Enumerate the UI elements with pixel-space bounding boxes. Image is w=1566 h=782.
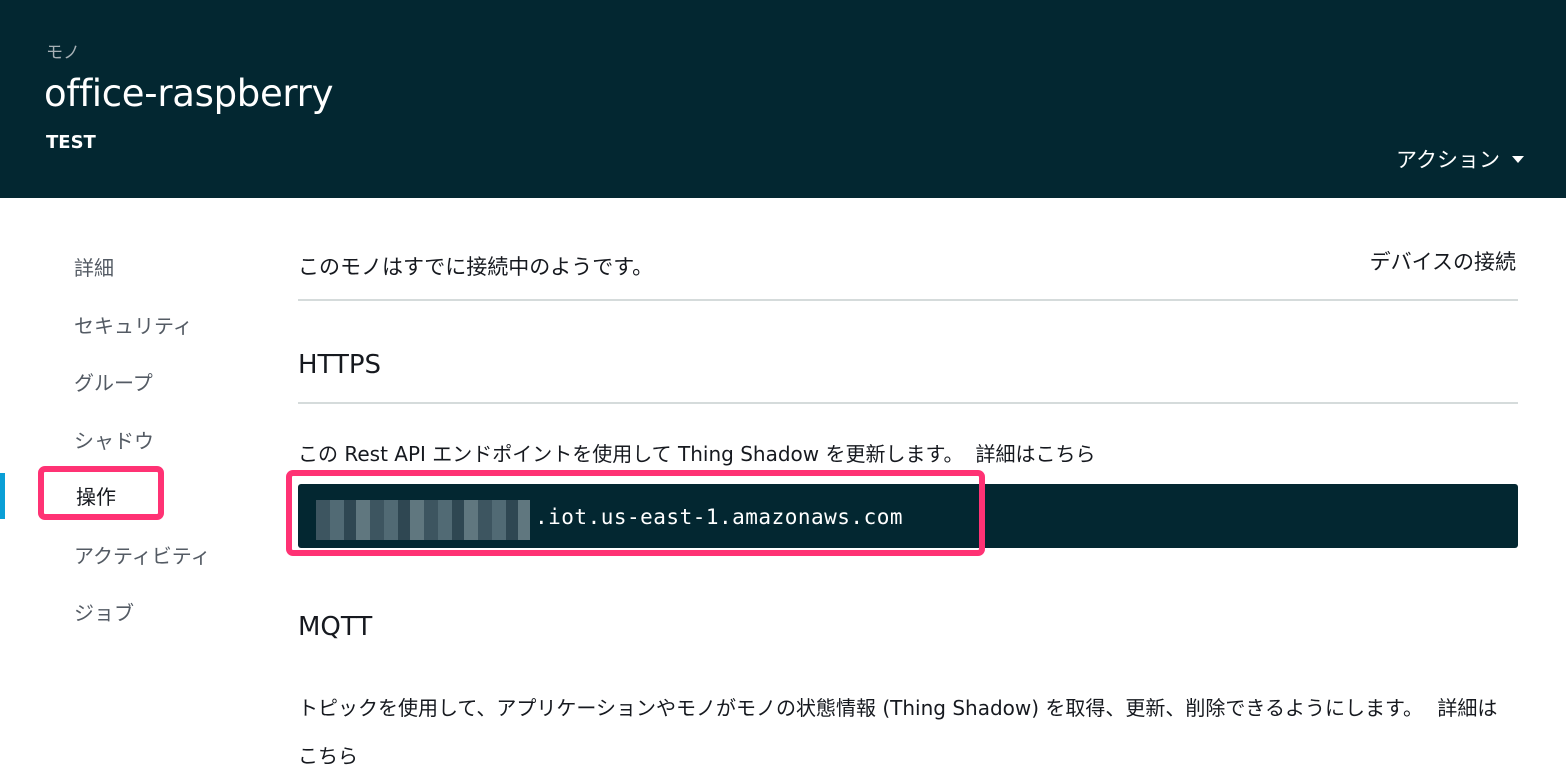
sidebar-item-interact[interactable]: 操作 — [76, 481, 116, 510]
divider — [298, 402, 1518, 404]
page-header: モノ office-raspberry TEST アクション — [0, 0, 1566, 198]
mqtt-description-text: トピックを使用して、アプリケーションやモノがモノの状態情報 (Thing Sha… — [298, 696, 1424, 720]
page-title: office-raspberry — [44, 72, 334, 115]
annotation-highlight-box — [286, 470, 985, 556]
sidebar-item-jobs[interactable]: ジョブ — [74, 597, 134, 626]
sidebar-item-groups[interactable]: グループ — [74, 367, 153, 396]
https-description: この Rest API エンドポイントを使用して Thing Shadow を更… — [298, 438, 1096, 467]
mqtt-description: トピックを使用して、アプリケーションやモノがモノの状態情報 (Thing Sha… — [298, 684, 1508, 780]
connect-device-link[interactable]: デバイスの接続 — [1370, 246, 1516, 276]
https-details-link[interactable]: 詳細はこちら — [976, 442, 1096, 466]
sidebar-item-activity[interactable]: アクティビティ — [74, 540, 211, 569]
sidebar-item-details[interactable]: 詳細 — [74, 252, 114, 281]
mqtt-heading: MQTT — [298, 612, 373, 642]
caret-down-icon — [1512, 155, 1524, 163]
connection-status-text: このモノはすでに接続中のようです。 — [298, 255, 654, 279]
actions-dropdown-button[interactable]: アクション — [1396, 144, 1524, 174]
https-description-text: この Rest API エンドポイントを使用して Thing Shadow を更… — [298, 442, 964, 466]
active-nav-indicator — [0, 473, 5, 519]
sidebar-item-security[interactable]: セキュリティ — [74, 310, 193, 339]
divider — [298, 299, 1518, 301]
sidebar-item-shadow[interactable]: シャドウ — [74, 425, 154, 454]
https-heading: HTTPS — [298, 350, 382, 380]
thing-type-label: TEST — [46, 132, 96, 153]
breadcrumb[interactable]: モノ — [46, 38, 80, 63]
actions-label: アクション — [1396, 148, 1500, 172]
